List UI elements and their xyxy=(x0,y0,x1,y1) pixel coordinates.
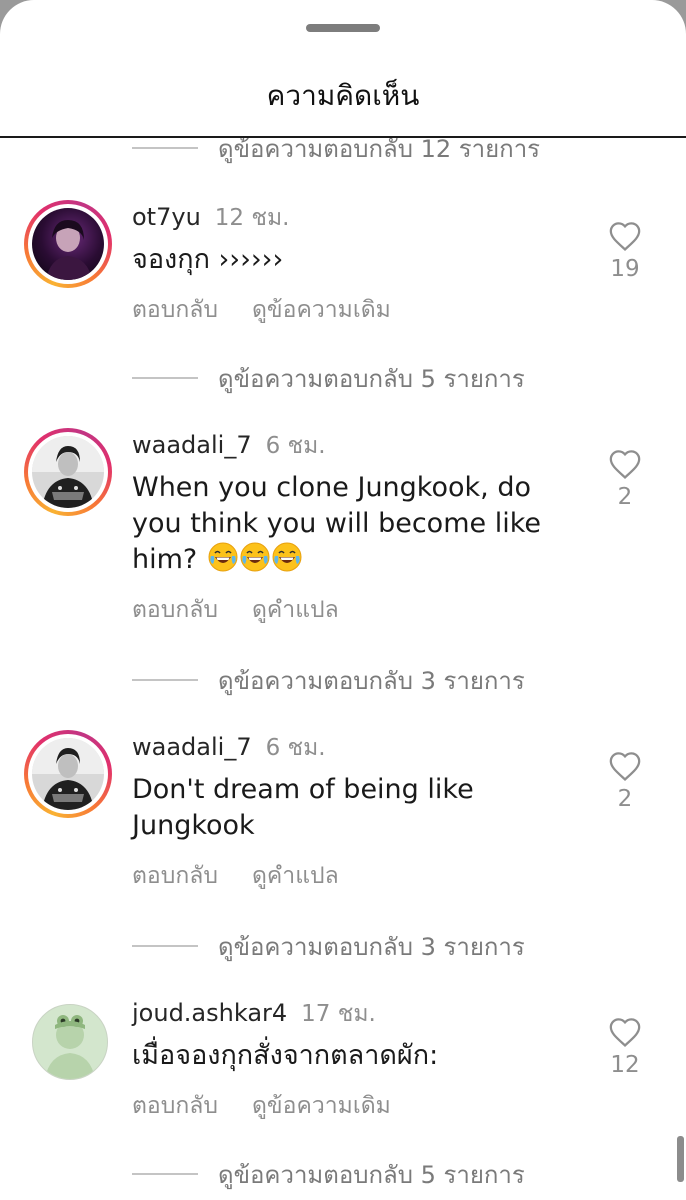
comments-sheet: ความคิดเห็น ดูข้อความตอบกลับ 12 รายการ o… xyxy=(0,0,686,1200)
view-replies-link[interactable]: ดูข้อความตอบกลับ 3 รายการ xyxy=(132,662,525,698)
reply-button[interactable]: ตอบกลับ xyxy=(132,858,218,894)
reply-divider xyxy=(132,945,198,947)
reply-button[interactable]: ตอบกลับ xyxy=(132,1088,218,1124)
view-replies-label: ดูข้อความตอบกลับ 3 รายการ xyxy=(218,932,525,961)
laughing-emoji-icon xyxy=(208,542,238,572)
like-count: 2 xyxy=(617,786,633,812)
username[interactable]: joud.ashkar4 xyxy=(132,999,287,1027)
heart-outline-icon[interactable] xyxy=(608,220,642,252)
comment-text: Don't dream of being like Jungkook xyxy=(132,774,474,841)
like-control: 19 xyxy=(604,220,646,282)
timestamp: 17 ชม. xyxy=(301,1001,376,1027)
timestamp: 12 ชม. xyxy=(214,205,290,231)
username[interactable]: waadali_7 xyxy=(132,733,252,761)
scrollbar[interactable] xyxy=(677,1136,684,1182)
view-replies-link[interactable]: ดูข้อความตอบกลับ 5 รายการ xyxy=(132,360,525,396)
laughing-emoji-icon xyxy=(240,542,270,572)
avatar-image xyxy=(33,1005,107,1079)
comment-actions: ตอบกลับ ดูคำแปล xyxy=(132,858,339,894)
reply-divider xyxy=(132,147,198,149)
heart-outline-icon[interactable] xyxy=(608,448,642,480)
username[interactable]: waadali_7 xyxy=(132,431,252,459)
reply-divider xyxy=(132,377,198,379)
view-replies-label: ดูข้อความตอบกลับ 12 รายการ xyxy=(218,138,541,163)
view-replies-label: ดูข้อความตอบกลับ 5 รายการ xyxy=(218,364,525,393)
see-original-button[interactable]: ดูข้อความเดิม xyxy=(252,292,391,328)
like-control: 2 xyxy=(604,448,646,510)
avatar-image xyxy=(32,208,104,280)
reply-button[interactable]: ตอบกลับ xyxy=(132,592,218,628)
see-translation-button[interactable]: ดูคำแปล xyxy=(252,592,339,628)
like-count: 19 xyxy=(610,256,640,282)
like-count: 2 xyxy=(617,484,633,510)
view-replies-label: ดูข้อความตอบกลับ 3 รายการ xyxy=(218,666,525,695)
drag-handle[interactable] xyxy=(306,24,380,32)
like-count: 12 xyxy=(610,1052,640,1078)
timestamp: 6 ชม. xyxy=(265,735,326,761)
comment-text: เมื่อจองกุกสั่งจากตลาดผัก: xyxy=(132,1040,439,1071)
heart-outline-icon[interactable] xyxy=(608,750,642,782)
avatar[interactable] xyxy=(24,428,112,516)
reply-divider xyxy=(132,679,198,681)
like-control: 12 xyxy=(604,1016,646,1078)
comment-text: When you clone Jungkook, do you think yo… xyxy=(132,472,541,575)
page-title: ความคิดเห็น xyxy=(266,79,420,112)
comment-text: จองกุก ›››››› xyxy=(132,244,284,275)
view-replies-link[interactable]: ดูข้อความตอบกลับ 5 รายการ xyxy=(132,1156,525,1192)
laughing-emoji-icon xyxy=(272,542,302,572)
comment-actions: ตอบกลับ ดูข้อความเดิม xyxy=(132,292,391,328)
see-translation-button[interactable]: ดูคำแปล xyxy=(252,858,339,894)
timestamp: 6 ชม. xyxy=(265,433,326,459)
heart-outline-icon[interactable] xyxy=(608,1016,642,1048)
comments-list[interactable]: ดูข้อความตอบกลับ 12 รายการ ot7yu 12 ชม. … xyxy=(0,138,686,1200)
avatar[interactable] xyxy=(32,1004,108,1080)
avatar[interactable] xyxy=(24,730,112,818)
avatar-image xyxy=(32,436,104,508)
avatar[interactable] xyxy=(24,200,112,288)
see-original-button[interactable]: ดูข้อความเดิม xyxy=(252,1088,391,1124)
reply-divider xyxy=(132,1173,198,1175)
username[interactable]: ot7yu xyxy=(132,203,201,231)
comment-text-container: When you clone Jungkook, do you think yo… xyxy=(132,470,572,578)
view-replies-link[interactable]: ดูข้อความตอบกลับ 3 รายการ xyxy=(132,928,525,964)
comment-actions: ตอบกลับ ดูข้อความเดิม xyxy=(132,1088,391,1124)
avatar-image xyxy=(32,738,104,810)
view-replies-label: ดูข้อความตอบกลับ 5 รายการ xyxy=(218,1160,525,1189)
comment-actions: ตอบกลับ ดูคำแปล xyxy=(132,592,339,628)
view-replies-link[interactable]: ดูข้อความตอบกลับ 12 รายการ xyxy=(132,138,540,166)
like-control: 2 xyxy=(604,750,646,812)
reply-button[interactable]: ตอบกลับ xyxy=(132,292,218,328)
